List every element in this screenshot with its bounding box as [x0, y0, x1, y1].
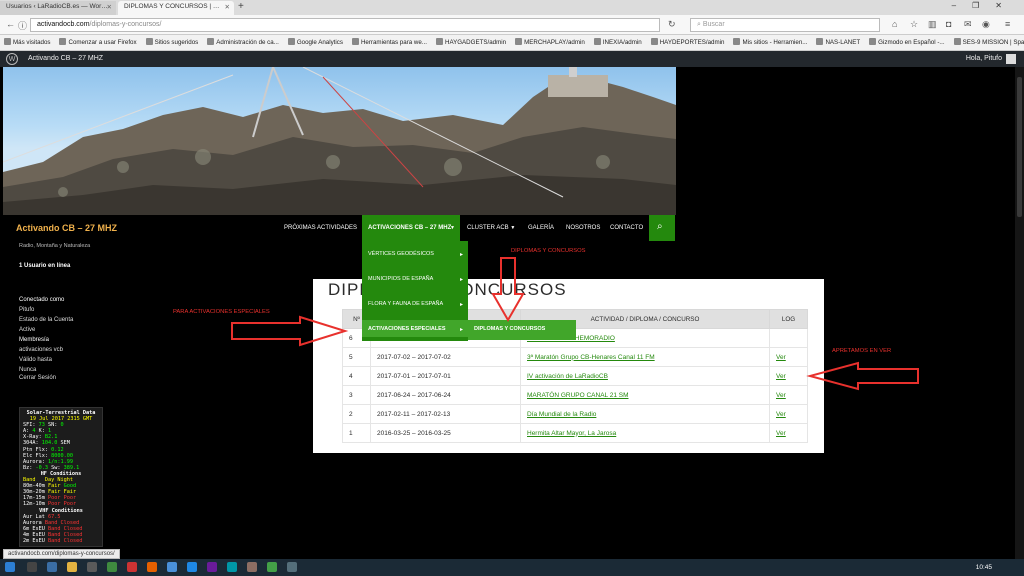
app-icon[interactable] — [107, 562, 117, 572]
scrollbar-thumb[interactable] — [1017, 77, 1022, 217]
app-icon[interactable] — [207, 562, 217, 572]
explorer-icon[interactable] — [67, 562, 77, 572]
arrow-right-especiales — [231, 315, 349, 347]
clock[interactable]: 10:45 — [976, 564, 992, 571]
cortana-icon[interactable] — [27, 562, 37, 572]
store-icon[interactable] — [87, 562, 97, 572]
firefox-icon[interactable] — [147, 562, 157, 572]
taskbar: 10:45 — [0, 559, 1024, 576]
annotation-arrows — [231, 257, 919, 391]
app-icon[interactable] — [267, 562, 277, 572]
app-icon[interactable] — [167, 562, 177, 572]
annotation-diplomas: DIPLOMAS Y CONCURSOS — [511, 248, 586, 254]
app-icon[interactable] — [187, 562, 197, 572]
app-icon[interactable] — [227, 562, 237, 572]
scrollbar[interactable] — [1015, 67, 1024, 559]
annotation-especiales: PARA ACTIVACIONES ESPECIALES — [173, 309, 270, 315]
app-icon[interactable] — [127, 562, 137, 572]
app-icon[interactable] — [247, 562, 257, 572]
annotation-apretamos: APRETAMOS EN VER — [832, 348, 892, 354]
app-icon[interactable] — [287, 562, 297, 572]
arrow-left-ver — [806, 361, 919, 391]
arrow-down-diplomas — [491, 257, 525, 323]
edge-icon[interactable] — [47, 562, 57, 572]
windows-start-icon[interactable] — [5, 562, 15, 572]
status-url: activandocb.com/diplomas-y-concursos/ — [3, 549, 120, 559]
